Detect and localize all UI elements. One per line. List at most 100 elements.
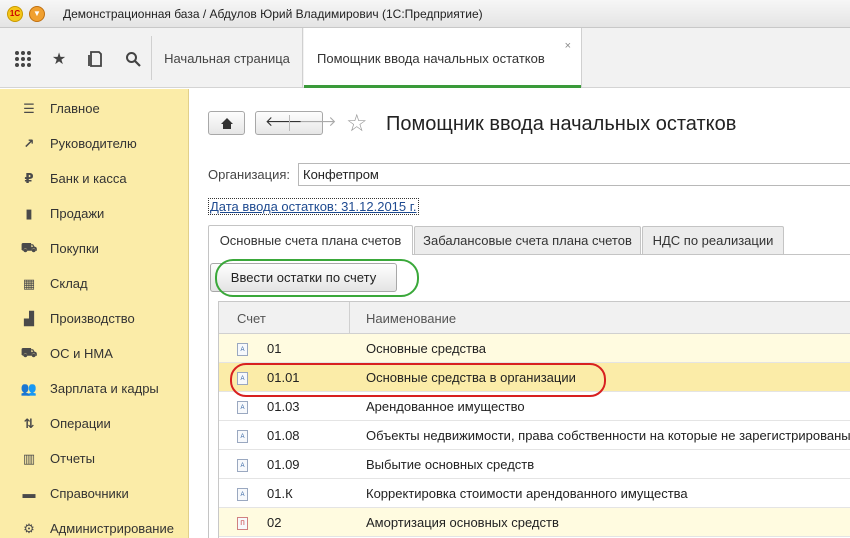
- column-header-account[interactable]: Счет: [237, 302, 266, 334]
- tab-initial-balances-wizard[interactable]: Помощник ввода начальных остатков ×: [304, 28, 582, 88]
- home-icon: [220, 117, 233, 129]
- passive-account-icon: П: [237, 517, 248, 530]
- main-menu-chevron-down-icon[interactable]: ▼: [29, 5, 45, 22]
- account-code: 01: [267, 341, 282, 356]
- account-name: Арендованное имущество: [366, 399, 525, 414]
- sidebar-item-catalogs[interactable]: ▬ Справочники: [0, 476, 189, 511]
- star-icon[interactable]: ★: [50, 50, 68, 68]
- active-account-icon: А: [237, 488, 248, 501]
- tab-main-accounts[interactable]: Основные счета плана счетов: [208, 225, 413, 255]
- sidebar-item-label: Главное: [50, 101, 100, 116]
- sidebar-item-management[interactable]: ↗ Руководителю: [0, 126, 189, 161]
- window-titlebar: 1С ▼ Демонстрационная база / Абдулов Юри…: [0, 0, 850, 28]
- tab-home-page[interactable]: Начальная страница: [152, 28, 303, 88]
- table-row[interactable]: А 01.08 Объекты недвижимости, права собс…: [219, 421, 850, 450]
- shopping-bag-icon: ▮: [25, 205, 33, 221]
- sidebar-item-administration[interactable]: ⚙ Администрирование: [0, 511, 189, 538]
- sidebar-item-label: Производство: [50, 311, 135, 326]
- tab-vat-on-sales[interactable]: НДС по реализации: [642, 226, 784, 254]
- top-toolbar: ★ Начальная страница Помощник ввода нача…: [0, 28, 850, 88]
- sidebar-item-label: Банк и касса: [50, 171, 127, 186]
- active-account-icon: А: [237, 343, 248, 356]
- sidebar-item-bank-cash[interactable]: ₽ Банк и касса: [0, 161, 189, 196]
- active-account-icon: А: [237, 372, 248, 385]
- back-arrow-icon[interactable]: 🡐: [265, 113, 303, 130]
- table-row[interactable]: А 01.09 Выбытие основных средств: [219, 450, 850, 479]
- sidebar-item-label: Справочники: [50, 486, 129, 501]
- sidebar-item-sales[interactable]: ▮ Продажи: [0, 196, 189, 231]
- sidebar-item-label: Покупки: [50, 241, 99, 256]
- bar-chart-icon: ▥: [22, 450, 36, 466]
- account-code: 01.09: [267, 457, 300, 472]
- sidebar-item-label: Зарплата и кадры: [50, 381, 159, 396]
- enter-balances-button[interactable]: Ввести остатки по счету: [210, 263, 397, 292]
- search-icon[interactable]: [124, 50, 142, 68]
- account-code: 01.08: [267, 428, 300, 443]
- sidebar-item-main[interactable]: ☰ Главное: [0, 91, 189, 126]
- account-name: Амортизация основных средств: [366, 515, 559, 530]
- sidebar-item-fixed-assets[interactable]: ⛟ ОС и НМА: [0, 336, 189, 371]
- sidebar-item-label: Операции: [50, 416, 111, 431]
- active-account-icon: А: [237, 401, 248, 414]
- factory-icon: ▟: [24, 310, 34, 326]
- close-icon[interactable]: ×: [565, 40, 571, 52]
- table-row[interactable]: А 01.03 Арендованное имущество: [219, 392, 850, 421]
- app-logo-icon[interactable]: 1С: [7, 5, 23, 22]
- history-nav-group: 🡐 🡒: [255, 111, 337, 135]
- main-content: 🡐 🡒 ☆ Помощник ввода начальных остатков …: [190, 89, 850, 538]
- page-title: Помощник ввода начальных остатков: [386, 113, 737, 135]
- column-header-name[interactable]: Наименование: [366, 302, 456, 334]
- active-account-icon: А: [237, 430, 248, 443]
- people-icon: 👥: [20, 380, 38, 396]
- sidebar-item-label: ОС и НМА: [50, 346, 113, 361]
- account-name: Основные средства в организации: [366, 370, 576, 385]
- tab-initial-balances-label: Помощник ввода начальных остатков: [317, 50, 545, 66]
- sidebar-item-production[interactable]: ▟ Производство: [0, 301, 189, 336]
- table-row[interactable]: А 01 Основные средства: [219, 334, 850, 363]
- account-name: Основные средства: [366, 341, 486, 356]
- cart-icon: ⛟: [20, 239, 38, 255]
- window-title: Демонстрационная база / Абдулов Юрий Вла…: [63, 6, 483, 21]
- apps-grid-icon[interactable]: [14, 50, 32, 68]
- sidebar: ☰ Главное ↗ Руководителю ₽ Банк и касса …: [0, 89, 189, 538]
- nav-divider: [289, 115, 290, 131]
- active-account-icon: А: [237, 459, 248, 472]
- tab-label: Забалансовые счета плана счетов: [423, 233, 632, 248]
- sidebar-item-label: Администрирование: [50, 521, 174, 536]
- organization-label: Организация:: [208, 167, 291, 182]
- history-icon[interactable]: [87, 50, 105, 68]
- sidebar-item-reports[interactable]: ▥ Отчеты: [0, 441, 189, 476]
- book-icon: ▬: [22, 486, 36, 501]
- sidebar-item-purchases[interactable]: ⛟ Покупки: [0, 231, 189, 266]
- column-divider: [349, 302, 350, 334]
- trend-icon: ↗: [23, 135, 35, 151]
- account-code: 01.03: [267, 399, 300, 414]
- gear-icon: ⚙: [23, 520, 35, 536]
- sidebar-item-warehouse[interactable]: ▦ Склад: [0, 266, 189, 301]
- account-name: Объекты недвижимости, права собственност…: [366, 428, 850, 443]
- accounts-table: Счет Наименование А 01 Основные средства…: [218, 301, 850, 538]
- sidebar-item-operations[interactable]: ⇅ Операции: [0, 406, 189, 441]
- account-name: Корректировка стоимости арендованного им…: [366, 486, 688, 501]
- favorite-star-icon[interactable]: ☆: [346, 109, 368, 138]
- debit-credit-icon: ⇅: [23, 415, 35, 431]
- home-button[interactable]: [208, 111, 245, 135]
- tab-label: НДС по реализации: [652, 233, 774, 248]
- balance-date-link[interactable]: Дата ввода остатков: 31.12.2015 г.: [208, 198, 419, 215]
- table-row[interactable]: А 01.К Корректировка стоимости арендован…: [219, 479, 850, 508]
- forward-arrow-icon[interactable]: 🡒: [299, 113, 337, 130]
- table-row[interactable]: П 02 Амортизация основных средств: [219, 508, 850, 537]
- sidebar-item-label: Продажи: [50, 206, 105, 221]
- tab-label: Основные счета плана счетов: [219, 233, 402, 248]
- table-row-selected[interactable]: А 01.01 Основные средства в организации: [219, 363, 850, 392]
- organization-field[interactable]: Конфетпром: [298, 163, 850, 186]
- ruble-coin-icon: ₽: [24, 170, 34, 186]
- table-header: Счет Наименование: [219, 302, 850, 334]
- sidebar-item-label: Склад: [50, 276, 88, 291]
- tab-off-balance-accounts[interactable]: Забалансовые счета плана счетов: [414, 226, 641, 254]
- tab-home-page-label: Начальная страница: [164, 50, 290, 66]
- sidebar-item-label: Отчеты: [50, 451, 95, 466]
- sidebar-item-payroll[interactable]: 👥 Зарплата и кадры: [0, 371, 189, 406]
- account-code: 02: [267, 515, 282, 530]
- menu-lines-icon: ☰: [23, 100, 35, 116]
